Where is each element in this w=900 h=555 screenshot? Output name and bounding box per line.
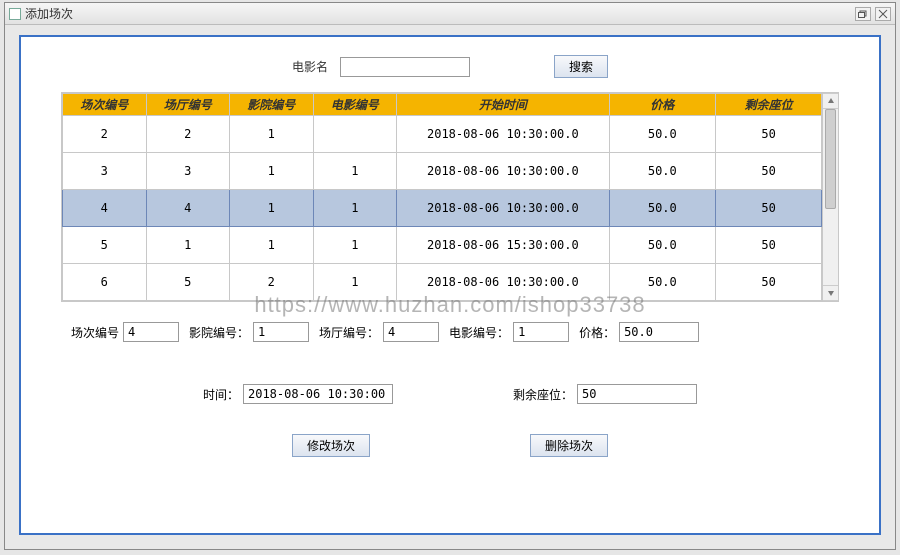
- table-cell: 5: [146, 264, 230, 301]
- movie-id-input[interactable]: [513, 322, 569, 342]
- close-button[interactable]: [875, 7, 891, 21]
- price-input[interactable]: [619, 322, 699, 342]
- table-cell: 50.0: [609, 116, 715, 153]
- table-row[interactable]: 33112018-08-06 10:30:00.050.050: [63, 153, 822, 190]
- table-cell: 1: [230, 116, 314, 153]
- table-cell: 50: [715, 190, 821, 227]
- titlebar: 添加场次: [5, 3, 895, 25]
- table-cell: 1: [230, 227, 314, 264]
- time-label: 时间：: [203, 386, 239, 403]
- table-cell: 3: [146, 153, 230, 190]
- table-cell: 50.0: [609, 153, 715, 190]
- column-header[interactable]: 剩余座位: [715, 94, 821, 116]
- table-cell: 6: [63, 264, 147, 301]
- table-cell: 2: [63, 116, 147, 153]
- table-row[interactable]: 44112018-08-06 10:30:00.050.050: [63, 190, 822, 227]
- column-header[interactable]: 开始时间: [397, 94, 610, 116]
- search-input[interactable]: [340, 57, 470, 77]
- column-header[interactable]: 影院编号: [230, 94, 314, 116]
- table-cell: 50.0: [609, 190, 715, 227]
- table-cell: 2018-08-06 10:30:00.0: [397, 264, 610, 301]
- table-cell: 1: [230, 190, 314, 227]
- window-title: 添加场次: [25, 5, 73, 22]
- content-frame: 电影名 搜索 场次编号场厅编号影院编号电影编号开始时间价格剩余座位 221201…: [19, 35, 881, 535]
- table-cell: 50: [715, 227, 821, 264]
- column-header[interactable]: 场次编号: [63, 94, 147, 116]
- table-cell: 4: [146, 190, 230, 227]
- search-button[interactable]: 搜索: [554, 55, 608, 78]
- price-label: 价格：: [579, 324, 615, 341]
- hall-id-label: 场厅编号：: [319, 324, 379, 341]
- form-row-1: 场次编号 影院编号： 场厅编号： 电影编号： 价格：: [61, 322, 839, 342]
- cinema-id-input[interactable]: [253, 322, 309, 342]
- app-icon: [9, 8, 21, 20]
- delete-button[interactable]: 删除场次: [530, 434, 608, 457]
- modify-button[interactable]: 修改场次: [292, 434, 370, 457]
- table-cell: 1: [230, 153, 314, 190]
- table-cell: 50: [715, 116, 821, 153]
- search-label: 电影名: [292, 58, 328, 75]
- session-id-input[interactable]: [123, 322, 179, 342]
- table-scrollbar[interactable]: [822, 93, 838, 301]
- table-cell: 2018-08-06 10:30:00.0: [397, 190, 610, 227]
- table-cell: 3: [63, 153, 147, 190]
- table-cell: 2018-08-06 15:30:00.0: [397, 227, 610, 264]
- session-id-label: 场次编号: [71, 324, 119, 341]
- search-row: 电影名 搜索: [61, 55, 839, 78]
- table-cell: 4: [63, 190, 147, 227]
- seats-input[interactable]: [577, 384, 697, 404]
- table-cell: 1: [146, 227, 230, 264]
- column-header[interactable]: 电影编号: [313, 94, 397, 116]
- table-cell: 50.0: [609, 264, 715, 301]
- hall-id-input[interactable]: [383, 322, 439, 342]
- movie-id-label: 电影编号：: [449, 324, 509, 341]
- table-cell: 1: [313, 264, 397, 301]
- table-cell: 1: [313, 227, 397, 264]
- table-row[interactable]: 65212018-08-06 10:30:00.050.050: [63, 264, 822, 301]
- scroll-up-icon[interactable]: [823, 93, 838, 109]
- table-wrap: 场次编号场厅编号影院编号电影编号开始时间价格剩余座位 2212018-08-06…: [61, 92, 839, 302]
- sessions-table: 场次编号场厅编号影院编号电影编号开始时间价格剩余座位 2212018-08-06…: [62, 93, 822, 301]
- button-row: 修改场次 删除场次: [61, 434, 839, 457]
- cinema-id-label: 影院编号：: [189, 324, 249, 341]
- table-cell: 1: [313, 153, 397, 190]
- table-cell: 50.0: [609, 227, 715, 264]
- column-header[interactable]: 场厅编号: [146, 94, 230, 116]
- time-input[interactable]: [243, 384, 393, 404]
- restore-button[interactable]: [855, 7, 871, 21]
- form-row-2: 时间： 剩余座位：: [61, 384, 839, 404]
- table-cell: 50: [715, 264, 821, 301]
- table-cell: 1: [313, 190, 397, 227]
- table-row[interactable]: 2212018-08-06 10:30:00.050.050: [63, 116, 822, 153]
- app-window: 添加场次 电影名 搜索 场次编号场厅编号影院编号电: [4, 2, 896, 550]
- scroll-thumb[interactable]: [825, 109, 836, 209]
- table-cell: [313, 116, 397, 153]
- column-header[interactable]: 价格: [609, 94, 715, 116]
- table-cell: 2018-08-06 10:30:00.0: [397, 153, 610, 190]
- table-cell: 2: [230, 264, 314, 301]
- table-cell: 5: [63, 227, 147, 264]
- table-cell: 2: [146, 116, 230, 153]
- scroll-down-icon[interactable]: [823, 285, 838, 301]
- table-cell: 50: [715, 153, 821, 190]
- table-cell: 2018-08-06 10:30:00.0: [397, 116, 610, 153]
- seats-label: 剩余座位：: [513, 386, 573, 403]
- table-row[interactable]: 51112018-08-06 15:30:00.050.050: [63, 227, 822, 264]
